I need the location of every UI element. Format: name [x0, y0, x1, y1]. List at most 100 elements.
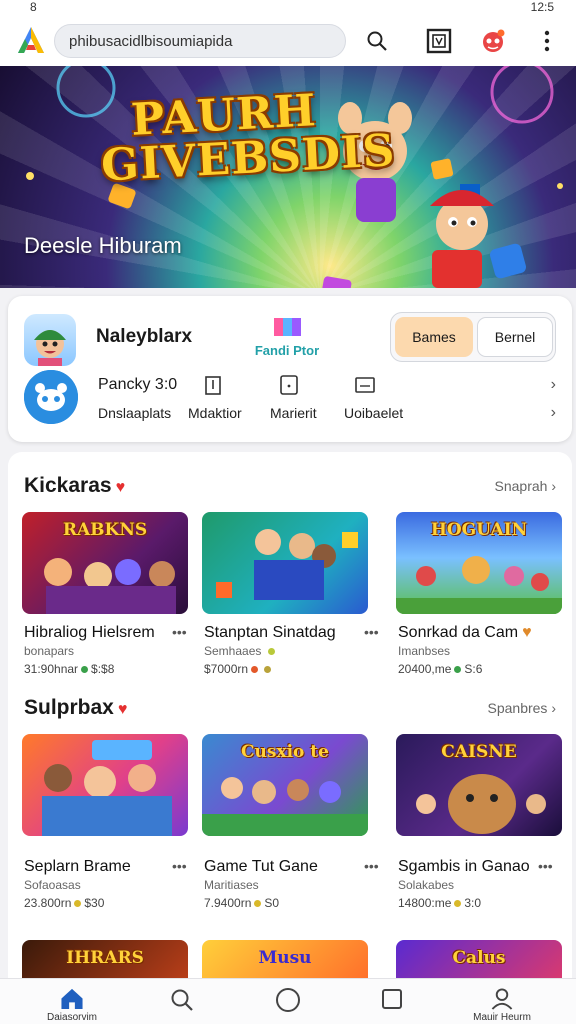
segment-games[interactable]: Bames: [395, 317, 473, 357]
game-developer: Maritiases: [204, 878, 259, 892]
tile-title: Cusxio te: [241, 742, 329, 762]
dot-icon: [254, 900, 262, 908]
game-meta: 14800:me 3:0: [398, 896, 481, 910]
tile-title: CAISNE: [441, 742, 517, 762]
game-developer: Imanbses: [398, 644, 451, 658]
game-name[interactable]: Sonrkad da Cam ♥: [398, 624, 532, 642]
status-bar: 8 12:5: [0, 0, 576, 16]
game-name[interactable]: Stanptan Sinatdag: [204, 624, 336, 642]
nav-search[interactable]: [162, 987, 202, 1023]
section2-more-label: Spanbres: [487, 700, 548, 716]
app-name[interactable]: Naleyblarx: [96, 326, 192, 348]
notification-icon[interactable]: [478, 26, 508, 56]
game-meta-b: S:6: [464, 662, 483, 676]
nav-home-button[interactable]: [268, 987, 308, 1023]
more-options-icon[interactable]: •••: [364, 858, 379, 874]
more-options-icon[interactable]: •••: [172, 624, 187, 640]
section-title: Kickaras ♥: [24, 474, 125, 498]
game-meta: 31:90hnar $:$8: [24, 662, 114, 676]
tile-title: HOGUAIN: [430, 520, 528, 540]
top-bar: [0, 16, 576, 66]
dot-icon: [454, 900, 462, 908]
game-name[interactable]: Game Tut Gane: [204, 858, 318, 876]
nav-profile[interactable]: Mauir Heurm: [473, 987, 531, 1023]
screen-icon[interactable]: [354, 374, 376, 396]
more-options-icon[interactable]: •••: [364, 624, 379, 640]
promo-card: Naleyblarx Fandi Ptor Bames Bernel Panck…: [8, 296, 572, 442]
section-title: Sulprbax ♥: [24, 696, 127, 720]
row-top-label: Pancky 3:0: [98, 376, 178, 393]
game-meta-a: 7.9400rn: [204, 896, 252, 910]
game-name[interactable]: Hibraliog Hielsrem: [24, 624, 155, 642]
game-tile[interactable]: [22, 734, 188, 836]
tablet-icon[interactable]: [278, 374, 300, 396]
tile-art: [44, 558, 176, 614]
hero-title-line2: GIVEBSDIS: [99, 125, 397, 192]
tile-title: Musu: [258, 948, 312, 968]
nav-recents[interactable]: [372, 987, 412, 1023]
game-developer: bonapars: [24, 644, 75, 658]
game-meta-b: 3:0: [464, 896, 482, 910]
search-icon: [171, 989, 193, 1011]
search-input[interactable]: [54, 24, 346, 58]
game-tile[interactable]: HOGUAIN: [396, 512, 562, 614]
game-meta-a: 31:90hnar: [24, 662, 79, 676]
tile-art: [216, 529, 358, 600]
game-tile[interactable]: RABKNS: [22, 512, 188, 614]
nav-home[interactable]: Daiasorvim: [47, 987, 97, 1023]
tile-art: [416, 774, 546, 834]
game-meta: 7.9400rn S0: [204, 896, 279, 910]
hero-banner[interactable]: PAURH GIVEBSDIS Deesle Hiburam: [0, 66, 576, 288]
section1-see-more[interactable]: Snaprah ›: [495, 478, 557, 494]
brand-logo[interactable]: Fandi Ptor: [244, 316, 330, 360]
section2-see-more[interactable]: Spanbres ›: [488, 700, 557, 716]
game-tile[interactable]: Cusxio te: [202, 734, 368, 836]
game-meta-a: 20400,me: [398, 662, 452, 676]
more-options-icon[interactable]: •••: [538, 858, 553, 874]
tile-art: [42, 740, 172, 836]
game-meta: 20400,me S:6: [398, 662, 482, 676]
tile-title: Calus: [452, 948, 506, 968]
game-name[interactable]: Sgambis in Ganao: [398, 858, 530, 876]
search-icon[interactable]: [362, 26, 392, 56]
row-item-1[interactable]: Dnslaaplats: [98, 405, 171, 421]
more-options-icon[interactable]: •••: [172, 858, 187, 874]
game-meta-b: $30: [84, 896, 105, 910]
qr-scan-icon[interactable]: [424, 26, 454, 56]
dot-icon: [251, 666, 259, 674]
game-tile[interactable]: CAISNE: [396, 734, 562, 836]
dot-icon: [454, 666, 462, 674]
app-avatar[interactable]: [24, 370, 78, 424]
more-vertical-icon[interactable]: [532, 26, 562, 56]
section1-title: Kickaras: [24, 474, 112, 497]
content-panel: Kickaras ♥ Snaprah › RABKNS HOGUAIN Hibra…: [8, 452, 572, 992]
game-meta: 23.800rn $30: [24, 896, 104, 910]
segment-other[interactable]: Bernel: [477, 317, 553, 357]
square-icon: [382, 989, 402, 1009]
heart-icon: ♥: [117, 701, 128, 718]
status-time: 12:5: [530, 0, 554, 14]
game-developer: Semhaaes: [204, 644, 278, 658]
chevron-right-icon[interactable]: ›: [551, 404, 556, 422]
hero-subtitle: Deesle Hiburam: [24, 233, 182, 258]
app-thumbnail[interactable]: [24, 314, 76, 366]
tile-title: RABKNS: [62, 520, 148, 540]
section1-more-label: Snaprah: [494, 478, 548, 494]
game-meta: $7000rn: [204, 662, 274, 676]
bottom-navigation: Daiasorvim Mauir Heurm: [0, 978, 576, 1024]
row-item-4[interactable]: Uoibaelet: [344, 405, 403, 421]
dot-icon: [74, 900, 82, 908]
chevron-right-icon[interactable]: ›: [551, 376, 556, 394]
heart-icon: ♥: [115, 479, 126, 496]
game-name[interactable]: Seplarn Brame: [24, 858, 131, 876]
game-tile[interactable]: [202, 512, 368, 614]
game-meta-a: 14800:me: [398, 896, 452, 910]
play-store-logo-icon[interactable]: [14, 24, 48, 58]
download-icon[interactable]: [202, 374, 224, 396]
status-left: 8: [30, 0, 37, 14]
row-item-2[interactable]: Mdaktior: [188, 405, 242, 421]
user-icon: [491, 988, 513, 1010]
game-name-text: Sonrkad da Cam: [398, 624, 519, 641]
row-item-3[interactable]: Marierit: [270, 405, 317, 421]
dot-icon: [264, 666, 272, 674]
